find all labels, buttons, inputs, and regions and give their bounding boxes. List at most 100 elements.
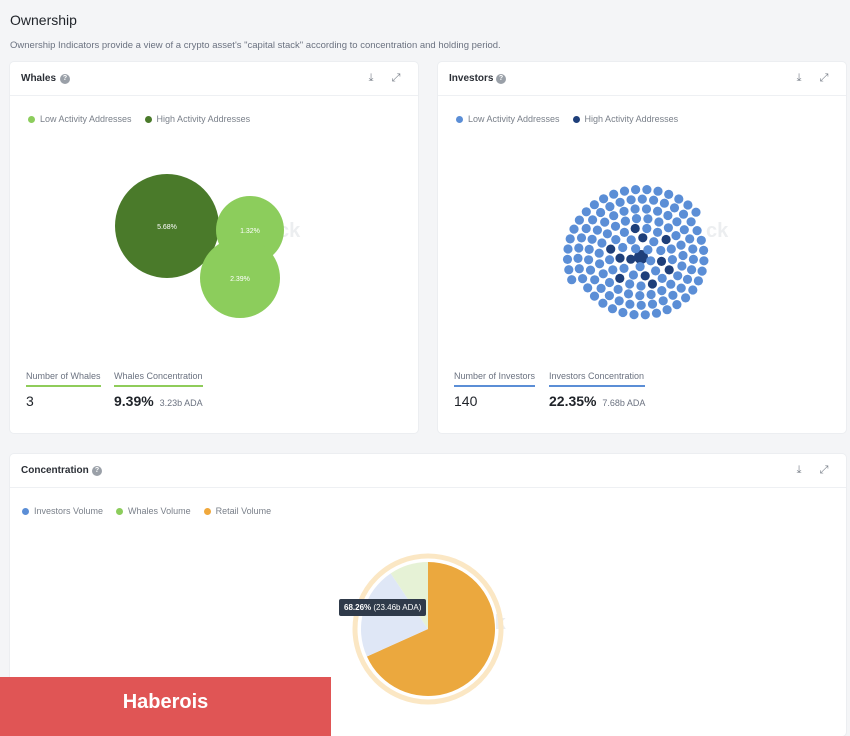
investor-bubble[interactable] bbox=[605, 255, 615, 265]
investor-bubble[interactable] bbox=[647, 279, 657, 289]
investor-bubble[interactable] bbox=[567, 275, 577, 285]
investor-bubble[interactable] bbox=[618, 307, 628, 318]
investor-bubble[interactable] bbox=[626, 235, 636, 245]
investor-bubble[interactable] bbox=[562, 254, 573, 264]
investor-bubble[interactable] bbox=[674, 194, 684, 204]
investor-bubble[interactable] bbox=[596, 283, 606, 293]
investor-bubble[interactable] bbox=[697, 266, 707, 276]
investor-bubble[interactable] bbox=[666, 244, 676, 254]
investor-bubble[interactable] bbox=[640, 271, 650, 281]
investor-bubble[interactable] bbox=[676, 283, 686, 293]
investor-bubble[interactable] bbox=[657, 273, 667, 283]
investor-bubble[interactable] bbox=[657, 286, 667, 296]
investor-bubble[interactable] bbox=[641, 204, 652, 214]
investor-bubble[interactable] bbox=[631, 185, 641, 195]
investor-bubble[interactable] bbox=[597, 238, 607, 248]
investor-bubble[interactable] bbox=[654, 217, 664, 227]
investor-bubble[interactable] bbox=[642, 185, 652, 195]
investor-bubble[interactable] bbox=[651, 266, 661, 276]
investor-bubble[interactable] bbox=[677, 261, 687, 271]
investor-bubble[interactable] bbox=[656, 245, 666, 256]
investor-bubble[interactable] bbox=[600, 217, 610, 227]
investor-bubble[interactable] bbox=[608, 265, 618, 275]
investor-bubble[interactable] bbox=[585, 265, 596, 275]
investor-bubble[interactable] bbox=[578, 274, 588, 284]
investor-bubble[interactable] bbox=[686, 217, 696, 227]
legend-item[interactable]: High Activity Addresses bbox=[144, 114, 250, 124]
investor-bubble[interactable] bbox=[615, 197, 625, 207]
investor-bubble[interactable] bbox=[576, 233, 587, 243]
legend-item[interactable]: Low Activity Addresses bbox=[28, 114, 132, 124]
investor-bubble[interactable] bbox=[581, 207, 591, 217]
investor-bubble[interactable] bbox=[653, 186, 663, 196]
investor-bubble[interactable] bbox=[564, 265, 574, 275]
investor-bubble[interactable] bbox=[635, 291, 645, 301]
investor-bubble[interactable] bbox=[631, 244, 641, 254]
investor-bubble[interactable] bbox=[678, 250, 688, 261]
investor-bubble[interactable] bbox=[620, 216, 630, 226]
legend-item[interactable]: Low Activity Addresses bbox=[456, 114, 560, 124]
investor-bubble[interactable] bbox=[682, 274, 693, 284]
help-icon[interactable]: ? bbox=[496, 74, 506, 84]
investor-bubble[interactable] bbox=[662, 305, 672, 315]
download-icon[interactable]: ⤓ bbox=[365, 72, 377, 84]
investor-bubble[interactable] bbox=[699, 256, 709, 266]
investor-bubble[interactable] bbox=[615, 253, 625, 263]
investor-bubble[interactable] bbox=[666, 279, 676, 289]
investor-bubble[interactable] bbox=[693, 276, 703, 286]
investor-bubble[interactable] bbox=[581, 223, 591, 234]
investor-bubble[interactable] bbox=[594, 248, 604, 258]
investor-bubble[interactable] bbox=[605, 202, 615, 212]
investor-bubble[interactable] bbox=[631, 214, 642, 224]
investor-bubble[interactable] bbox=[623, 289, 634, 299]
investor-bubble[interactable] bbox=[672, 217, 682, 227]
investor-bubble[interactable] bbox=[649, 195, 659, 205]
investor-bubble[interactable] bbox=[646, 256, 656, 266]
investor-bubble[interactable] bbox=[643, 245, 653, 255]
investor-bubble[interactable] bbox=[619, 263, 629, 273]
investor-bubble[interactable] bbox=[584, 244, 594, 254]
investor-bubble[interactable] bbox=[651, 308, 662, 318]
investor-bubble[interactable] bbox=[636, 300, 646, 310]
investor-bubble[interactable] bbox=[635, 262, 645, 272]
investor-bubble[interactable] bbox=[619, 186, 630, 196]
investor-bubble[interactable] bbox=[687, 265, 697, 275]
investor-bubble[interactable] bbox=[646, 289, 656, 300]
investor-bubble[interactable] bbox=[659, 198, 669, 208]
investor-bubble[interactable] bbox=[604, 291, 614, 301]
investor-bubble[interactable] bbox=[679, 225, 689, 235]
investor-bubble[interactable] bbox=[619, 227, 629, 237]
legend-item[interactable]: High Activity Addresses bbox=[572, 114, 678, 124]
investor-bubble[interactable] bbox=[613, 284, 623, 294]
investor-bubble[interactable] bbox=[630, 223, 640, 234]
legend-item[interactable]: Retail Volume bbox=[203, 506, 271, 516]
investor-bubble[interactable] bbox=[604, 277, 615, 288]
investor-bubble[interactable] bbox=[683, 200, 693, 210]
investor-bubble[interactable] bbox=[592, 225, 602, 235]
investor-bubble[interactable] bbox=[676, 240, 686, 250]
investor-bubble[interactable] bbox=[588, 215, 598, 225]
investor-bubble[interactable] bbox=[671, 231, 681, 241]
investor-bubble[interactable] bbox=[688, 244, 698, 254]
investor-bubble[interactable] bbox=[563, 244, 573, 254]
investor-bubble[interactable] bbox=[637, 194, 647, 204]
investor-bubble[interactable] bbox=[647, 299, 658, 309]
investor-bubble[interactable] bbox=[619, 206, 629, 216]
investor-bubble[interactable] bbox=[587, 234, 597, 244]
investor-bubble[interactable] bbox=[699, 245, 709, 255]
investor-bubble[interactable] bbox=[609, 211, 619, 221]
investor-bubble[interactable] bbox=[625, 279, 635, 289]
investor-bubble[interactable] bbox=[663, 223, 673, 233]
investor-bubble[interactable] bbox=[574, 215, 584, 225]
investor-bubble[interactable] bbox=[610, 221, 621, 231]
investor-bubble[interactable] bbox=[606, 244, 616, 254]
legend-item[interactable]: Investors Volume bbox=[22, 506, 103, 516]
help-icon[interactable]: ? bbox=[60, 74, 70, 84]
investor-bubble[interactable] bbox=[696, 235, 706, 245]
investor-bubble[interactable] bbox=[598, 298, 608, 308]
investor-bubble[interactable] bbox=[574, 243, 584, 253]
investor-bubble[interactable] bbox=[625, 299, 635, 309]
investor-bubble[interactable] bbox=[602, 229, 612, 239]
investor-bubble[interactable] bbox=[614, 296, 624, 306]
investor-bubble[interactable] bbox=[626, 195, 636, 205]
